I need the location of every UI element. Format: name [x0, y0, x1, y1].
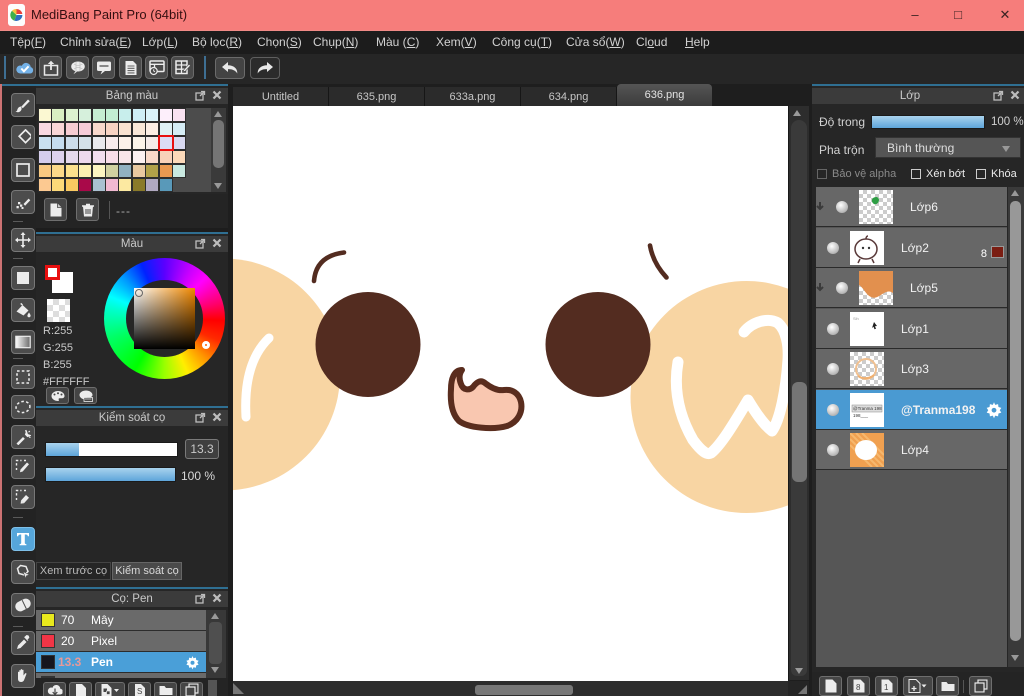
svg-text:198___: 198___: [853, 413, 869, 418]
svg-text:8: 8: [856, 683, 861, 692]
svg-text:@Tranma 198: @Tranma 198: [853, 406, 882, 411]
svg-text:S: S: [137, 687, 142, 696]
svg-text:Sih: Sih: [853, 316, 859, 321]
svg-text:1: 1: [884, 683, 889, 692]
